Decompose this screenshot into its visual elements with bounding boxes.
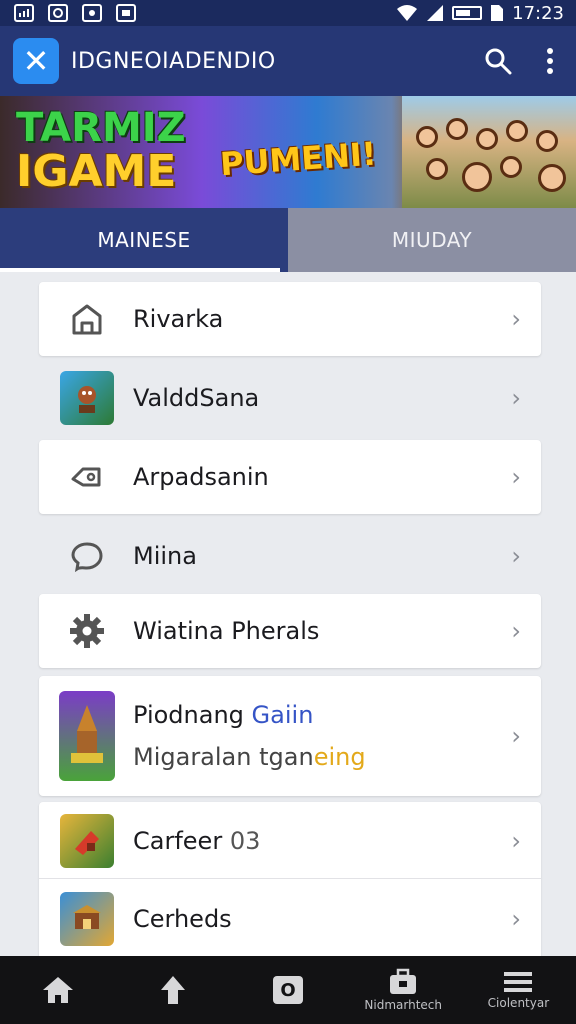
- banner-middle-text: PUMENI!: [218, 134, 378, 184]
- list-item-label: Carfeer 03: [133, 827, 260, 855]
- list-item-subtitle: Migaralan tganeing: [133, 743, 366, 771]
- list-item-label: Wiatina Pherals: [133, 617, 320, 645]
- chat-bubble-icon: [59, 538, 115, 574]
- arrow-up-icon: [160, 976, 185, 1004]
- signal-icon: [427, 5, 444, 21]
- chevron-right-icon: ›: [511, 384, 521, 412]
- list-item-carfeer[interactable]: Carfeer 03 ›: [39, 806, 541, 876]
- list-item-rivarka[interactable]: Rivarka ›: [39, 282, 541, 356]
- nav-menu[interactable]: Ciolentyar: [461, 956, 576, 1024]
- game-thumbnail: [59, 892, 115, 946]
- chevron-right-icon: ›: [511, 542, 521, 570]
- list-item-title: Piodnang Gaiin: [133, 701, 366, 729]
- sim-icon: [491, 5, 504, 21]
- tab-miuday[interactable]: MIUDAY: [288, 208, 576, 272]
- chevron-right-icon: ›: [511, 905, 521, 933]
- list-item-label: Cerheds: [133, 905, 232, 933]
- nav-label: Nidmarhtech: [364, 998, 442, 1012]
- banner-title-line1: TARMIZ: [16, 105, 186, 151]
- nav-label: Ciolentyar: [487, 996, 550, 1010]
- search-icon[interactable]: [484, 47, 512, 75]
- chevron-right-icon: ›: [511, 463, 521, 491]
- chevron-right-icon: ›: [511, 305, 521, 333]
- app-bar: ✕ IDGNEOIADENDIO: [0, 26, 576, 96]
- list-item-cerheds[interactable]: Cerheds ›: [39, 884, 541, 954]
- chat-notification-icon: [116, 4, 136, 22]
- camera-icon: O: [273, 976, 303, 1004]
- list-item-label: ValddSana: [133, 384, 260, 412]
- nav-camera[interactable]: O: [230, 956, 345, 1024]
- list-item-piodnang[interactable]: Piodnang Gaiin Migaralan tganeing ›: [39, 676, 541, 796]
- list-item-subtitle-prefix: tgan: [259, 743, 314, 771]
- banner-title-line2: IGAME: [16, 146, 177, 197]
- list-item-arpadsanin[interactable]: Arpadsanin ›: [39, 440, 541, 514]
- tab-mainese[interactable]: MAINESE: [0, 208, 288, 272]
- chevron-right-icon: ›: [511, 722, 521, 750]
- chevron-right-icon: ›: [511, 617, 521, 645]
- home-icon: [59, 301, 115, 337]
- chevron-right-icon: ›: [511, 827, 521, 855]
- app-logo-icon[interactable]: ✕: [13, 38, 59, 84]
- wifi-icon: [397, 5, 418, 21]
- list-item-miina[interactable]: Miina ›: [39, 520, 541, 592]
- list-item-label: Arpadsanin: [133, 463, 269, 491]
- game-thumbnail: [59, 691, 115, 781]
- more-vert-icon[interactable]: [546, 47, 554, 75]
- app-title: IDGNEOIADENDIO: [71, 48, 276, 74]
- promo-banner[interactable]: TARMIZ IGAME PUMENI!: [0, 96, 576, 208]
- app-notification-icon: [48, 4, 68, 22]
- message-notification-icon: [82, 4, 102, 22]
- list-item-title-suffix: 03: [229, 827, 261, 855]
- home-icon: [42, 977, 73, 1003]
- bottom-nav: O Nidmarhtech Ciolentyar: [0, 956, 576, 1024]
- status-bar: 17:23: [0, 0, 576, 26]
- list-item-title-main: Piodnang: [133, 701, 244, 729]
- list-item-wiatina-pherals[interactable]: Wiatina Pherals ›: [39, 594, 541, 668]
- list-item-label: Rivarka: [133, 305, 224, 333]
- chart-notification-icon: [14, 4, 34, 22]
- battery-icon: [452, 6, 483, 20]
- menu-list: Rivarka › ValddSana › Arpadsanin › Miina…: [0, 272, 576, 956]
- menu-icon: [504, 972, 533, 992]
- list-item-title-accent: Gaiin: [251, 701, 314, 729]
- list-item-label: Miina: [133, 542, 197, 570]
- banner-crowd-image: [402, 96, 576, 208]
- tab-bar: MAINESE MIUDAY: [0, 208, 576, 272]
- list-item-valddsana[interactable]: ValddSana ›: [39, 362, 541, 434]
- briefcase-icon: [390, 968, 417, 994]
- list-item-subtitle-accent: eing: [313, 743, 366, 771]
- game-thumbnail: [59, 814, 115, 868]
- divider: [39, 878, 541, 879]
- status-time: 17:23: [512, 2, 564, 24]
- tag-icon: [59, 459, 115, 495]
- banner-title: TARMIZ IGAME: [16, 108, 186, 196]
- nav-briefcase[interactable]: Nidmarhtech: [346, 956, 461, 1024]
- list-item-subtitle-main: Migaralan: [133, 743, 252, 771]
- list-item-title-main: Carfeer: [133, 827, 223, 855]
- nav-home[interactable]: [0, 956, 115, 1024]
- game-thumbnail: [59, 371, 115, 425]
- nav-upload[interactable]: [115, 956, 230, 1024]
- gear-icon: [59, 612, 115, 650]
